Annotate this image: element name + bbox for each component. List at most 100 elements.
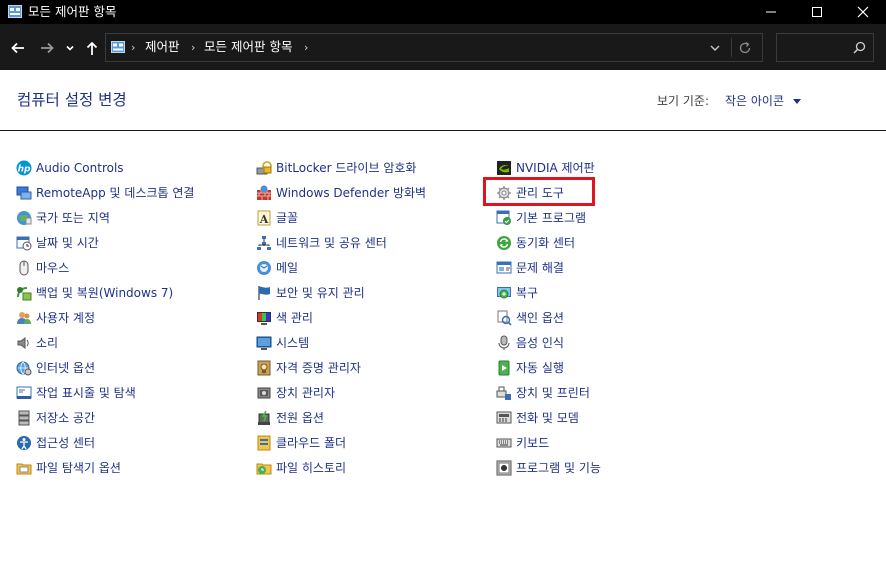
control-panel-item[interactable]: 클라우드 폴더 bbox=[256, 433, 346, 453]
address-bar[interactable]: › 제어판 › 모든 제어판 항목 › bbox=[105, 33, 763, 62]
item-label: RemoteApp 및 데스크톱 연결 bbox=[36, 186, 195, 200]
maximize-button[interactable] bbox=[794, 0, 840, 24]
taskbar-icon bbox=[16, 386, 32, 399]
control-panel-item[interactable]: 자격 증명 관리자 bbox=[256, 358, 361, 378]
view-by-dropdown[interactable]: 작은 아이콘 bbox=[725, 93, 784, 109]
programs-features-icon bbox=[496, 460, 512, 476]
control-panel-item[interactable]: BitLocker 드라이브 암호화 bbox=[256, 158, 416, 178]
control-panel-item[interactable]: 장치 관리자 bbox=[256, 383, 335, 403]
item-label: 전화 및 모뎀 bbox=[516, 411, 579, 425]
control-panel-item[interactable]: 저장소 공간 bbox=[16, 408, 95, 428]
arrow-left-icon bbox=[11, 42, 24, 54]
refresh-button[interactable] bbox=[736, 39, 754, 57]
control-panel-item[interactable]: 인터넷 옵션 bbox=[16, 358, 95, 378]
control-panel-item[interactable]: 보안 및 유지 관리 bbox=[256, 283, 365, 303]
flag-icon bbox=[258, 286, 270, 300]
backup-icon bbox=[17, 287, 32, 301]
control-panel-item[interactable]: 작업 표시줄 및 탐색 bbox=[16, 383, 136, 403]
bitlocker-icon bbox=[256, 161, 272, 175]
item-label: 네트워크 및 공유 센터 bbox=[276, 236, 387, 250]
search-icon bbox=[853, 41, 866, 54]
breadcrumb-separator[interactable]: › bbox=[304, 41, 308, 55]
item-label: 음성 인식 bbox=[516, 336, 564, 350]
item-label: 인터넷 옵션 bbox=[36, 361, 96, 375]
control-panel-item[interactable]: 자동 실행 bbox=[496, 358, 564, 378]
phone-modem-icon bbox=[496, 411, 512, 424]
control-panel-item[interactable]: hp Audio Controls bbox=[16, 158, 124, 178]
item-label: 동기화 센터 bbox=[516, 236, 576, 250]
address-history-dropdown[interactable] bbox=[706, 39, 724, 57]
item-label: 글꼴 bbox=[276, 211, 299, 225]
control-panel-item[interactable]: 관리 도구 bbox=[496, 183, 564, 203]
control-panel-item[interactable]: 키보드 bbox=[496, 433, 549, 453]
item-label: 사용자 계정 bbox=[36, 311, 96, 325]
hp-icon: hp bbox=[16, 160, 32, 176]
control-panel-item[interactable]: 복구 bbox=[496, 283, 538, 303]
sync-icon bbox=[497, 236, 511, 250]
navigation-bar: › 제어판 › 모든 제어판 항목 › bbox=[0, 24, 886, 70]
control-panel-item[interactable]: 국가 또는 지역 bbox=[16, 208, 110, 228]
control-panel-item[interactable]: 파일 탐색기 옵션 bbox=[16, 458, 121, 478]
caret-down-icon[interactable] bbox=[793, 99, 801, 104]
control-panel-item[interactable]: 파일 히스토리 bbox=[256, 458, 346, 478]
maximize-icon bbox=[812, 7, 822, 17]
item-label: 관리 도구 bbox=[516, 186, 564, 200]
recovery-icon bbox=[497, 287, 511, 299]
firewall-icon bbox=[257, 185, 271, 200]
item-label: BitLocker 드라이브 암호화 bbox=[276, 161, 417, 175]
control-panel-item[interactable]: 음성 인식 bbox=[496, 333, 564, 353]
item-label: 기본 프로그램 bbox=[516, 211, 587, 225]
control-panel-item[interactable]: RemoteApp 및 데스크톱 연결 bbox=[16, 183, 194, 203]
control-panel-item[interactable]: 색인 옵션 bbox=[496, 308, 564, 328]
storage-icon bbox=[18, 410, 30, 426]
forward-button[interactable] bbox=[38, 39, 56, 57]
control-panel-item[interactable]: 시스템 bbox=[256, 333, 309, 353]
network-icon bbox=[257, 236, 271, 250]
window-title: 모든 제어판 항목 bbox=[28, 4, 117, 19]
control-panel-item[interactable]: 마우스 bbox=[16, 258, 69, 278]
item-label: 자동 실행 bbox=[516, 361, 564, 375]
recent-locations-button[interactable] bbox=[63, 39, 77, 57]
close-button[interactable] bbox=[840, 0, 886, 24]
address-divider bbox=[731, 38, 732, 57]
control-panel-item[interactable]: 기본 프로그램 bbox=[496, 208, 586, 228]
item-label: 문제 해결 bbox=[516, 261, 564, 275]
minimize-button[interactable] bbox=[748, 0, 794, 24]
breadcrumb-separator[interactable]: › bbox=[131, 41, 135, 55]
control-panel-item[interactable]: A 글꼴 bbox=[256, 208, 298, 228]
breadcrumb-separator[interactable]: › bbox=[191, 41, 195, 55]
control-panel-item[interactable]: 날짜 및 시간 bbox=[16, 233, 99, 253]
item-label: 소리 bbox=[36, 336, 59, 350]
control-panel-item[interactable]: 장치 및 프린터 bbox=[496, 383, 590, 403]
control-panel-item[interactable]: NVIDIA 제어판 bbox=[496, 158, 595, 178]
control-panel-item[interactable]: 소리 bbox=[16, 333, 58, 353]
control-panel-item[interactable]: 동기화 센터 bbox=[496, 233, 575, 253]
control-panel-item[interactable]: Windows Defender 방화벽 bbox=[256, 183, 426, 203]
control-panel-item[interactable]: 메일 bbox=[256, 258, 298, 278]
datetime-icon bbox=[16, 236, 32, 251]
control-panel-item[interactable]: 네트워크 및 공유 센터 bbox=[256, 233, 387, 253]
control-panel-item[interactable]: 문제 해결 bbox=[496, 258, 564, 278]
control-panel-item[interactable]: 색 관리 bbox=[256, 308, 313, 328]
control-panel-item[interactable]: 프로그램 및 기능 bbox=[496, 458, 601, 478]
control-panel-item[interactable]: 사용자 계정 bbox=[16, 308, 95, 328]
control-panel-item[interactable]: 접근성 센터 bbox=[16, 433, 95, 453]
color-management-icon bbox=[257, 312, 271, 325]
control-panel-item[interactable]: 전원 옵션 bbox=[256, 408, 324, 428]
mail-icon bbox=[257, 261, 271, 275]
control-panel-icon bbox=[111, 41, 125, 53]
breadcrumb-control-panel[interactable]: 제어판 bbox=[145, 39, 180, 55]
device-manager-icon bbox=[257, 387, 271, 399]
view-by-label: 보기 기준: bbox=[657, 94, 710, 108]
svg-text:hp: hp bbox=[18, 165, 31, 175]
chevron-down-icon bbox=[66, 45, 74, 51]
item-label: 장치 및 프린터 bbox=[516, 386, 590, 400]
control-panel-item[interactable]: 전화 및 모뎀 bbox=[496, 408, 579, 428]
breadcrumb-all-items[interactable]: 모든 제어판 항목 bbox=[204, 39, 292, 55]
title-bar[interactable]: 모든 제어판 항목 bbox=[0, 0, 886, 24]
search-box[interactable] bbox=[776, 33, 874, 62]
back-button[interactable] bbox=[9, 39, 27, 57]
item-label: 키보드 bbox=[516, 436, 550, 450]
up-button[interactable] bbox=[83, 39, 101, 57]
control-panel-item[interactable]: 백업 및 복원(Windows 7) bbox=[16, 283, 173, 303]
